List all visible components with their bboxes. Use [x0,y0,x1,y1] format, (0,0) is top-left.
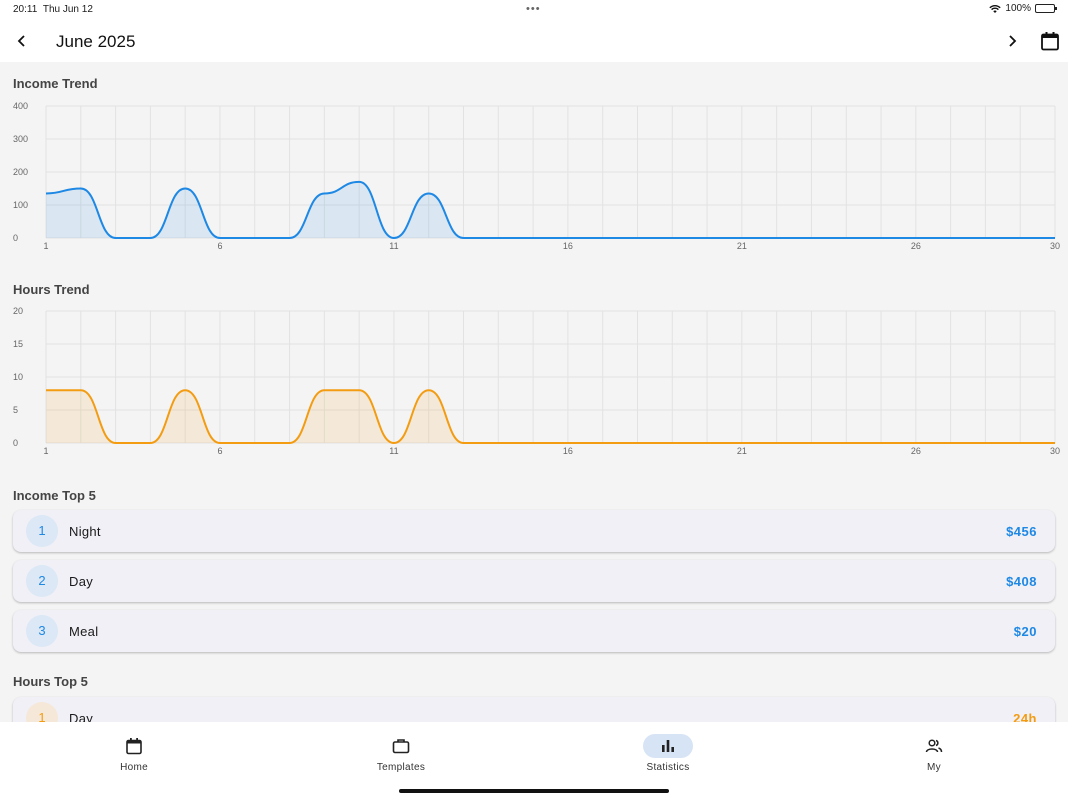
chevron-right-icon [1009,35,1017,47]
y-tick-label: 15 [13,339,23,349]
x-tick-label: 6 [217,446,222,456]
status-right: 100% [989,3,1057,14]
income-trend-chart: 01002003004001 6 11 16 21 26 30 [13,102,1060,251]
x-tick-label: 11 [389,241,398,251]
income-top-item[interactable]: 3 Meal $20 [13,610,1055,652]
nav-label: My [927,762,941,773]
x-tick-label: 11 [389,446,398,456]
status-time: 20:11 Thu Jun 12 [13,4,93,15]
x-tick-label: 21 [737,446,747,456]
statistics-content[interactable]: Income Trend 0 100 200 300 400 1 6 11 16 21 26 30 H… [0,62,1068,722]
x-tick-label: 16 [563,241,573,251]
nav-my[interactable]: My [884,734,984,778]
x-tick-label: 30 [1050,241,1060,251]
y-tick-label: 400 [13,102,28,111]
rank-badge: 1 [26,515,58,547]
people-icon [909,734,959,758]
calendar-icon [1041,32,1059,51]
y-tick-label: 200 [13,167,28,177]
item-name: Night [69,524,101,539]
calendar-picker-button[interactable] [1039,30,1061,52]
x-tick-label: 16 [563,446,573,456]
chevron-left-icon [17,35,25,47]
hours-top-title: Hours Top 5 [13,674,88,689]
item-value: $408 [1006,574,1037,589]
previous-month-button[interactable] [12,32,32,50]
item-name: Day [69,574,94,589]
wifi-icon [989,4,1002,13]
multitasking-dots-icon[interactable]: ••• [526,3,541,15]
hours-top-item[interactable]: 1 Day 24h [13,697,1055,722]
item-value: $456 [1006,524,1037,539]
home-indicator[interactable] [399,789,669,793]
item-name: Meal [69,624,99,639]
nav-statistics[interactable]: Statistics [618,734,718,778]
calendar-icon [109,734,159,758]
x-tick-label: 1 [43,446,48,456]
item-value: $20 [1013,624,1037,639]
nav-label: Templates [376,762,426,773]
income-top-item[interactable]: 2 Day $408 [13,560,1055,602]
y-tick-label: 20 [13,307,23,316]
nav-templates[interactable]: Templates [351,734,451,778]
page-title: June 2025 [56,32,136,51]
bar-chart-icon [643,734,693,758]
rank-badge: 3 [26,615,58,647]
nav-home[interactable]: Home [84,734,184,778]
hours-trend-chart: 051015201 6 11 16 21 26 30 [13,307,1060,456]
clock-time: 20:11 [13,4,38,15]
income-top-item[interactable]: 1 Night $456 [13,510,1055,552]
rank-badge: 2 [26,565,58,597]
hours-trend-title: Hours Trend [13,282,90,297]
status-bar: 20:11 Thu Jun 12 ••• 100% [0,0,1068,20]
nav-label: Statistics [646,762,690,773]
x-tick-label: 21 [737,241,747,251]
briefcase-icon [376,734,426,758]
x-tick-label: 26 [911,446,921,456]
y-tick-label: 10 [13,372,23,382]
y-tick-label: 0 [13,233,18,243]
y-tick-label: 0 [13,438,18,448]
x-tick-label: 6 [217,241,222,251]
y-tick-label: 5 [13,405,18,415]
y-tick-label: 100 [13,200,28,210]
rank-badge: 1 [26,702,58,722]
item-value: 24h [1013,711,1037,722]
nav-label: Home [120,762,148,773]
battery-icon [1035,4,1057,13]
income-top-title: Income Top 5 [13,488,96,503]
clock-date: Thu Jun 12 [42,4,93,15]
x-tick-label: 30 [1050,446,1060,456]
top-app-bar: June 2025 [0,20,1068,62]
next-month-button[interactable] [1002,32,1022,50]
y-tick-label: 300 [13,134,28,144]
x-tick-label: 1 [43,241,48,251]
x-tick-label: 26 [911,241,921,251]
income-trend-title: Income Trend [13,76,98,91]
item-name: Day [69,711,94,722]
battery-percent: 100% [1005,3,1031,14]
